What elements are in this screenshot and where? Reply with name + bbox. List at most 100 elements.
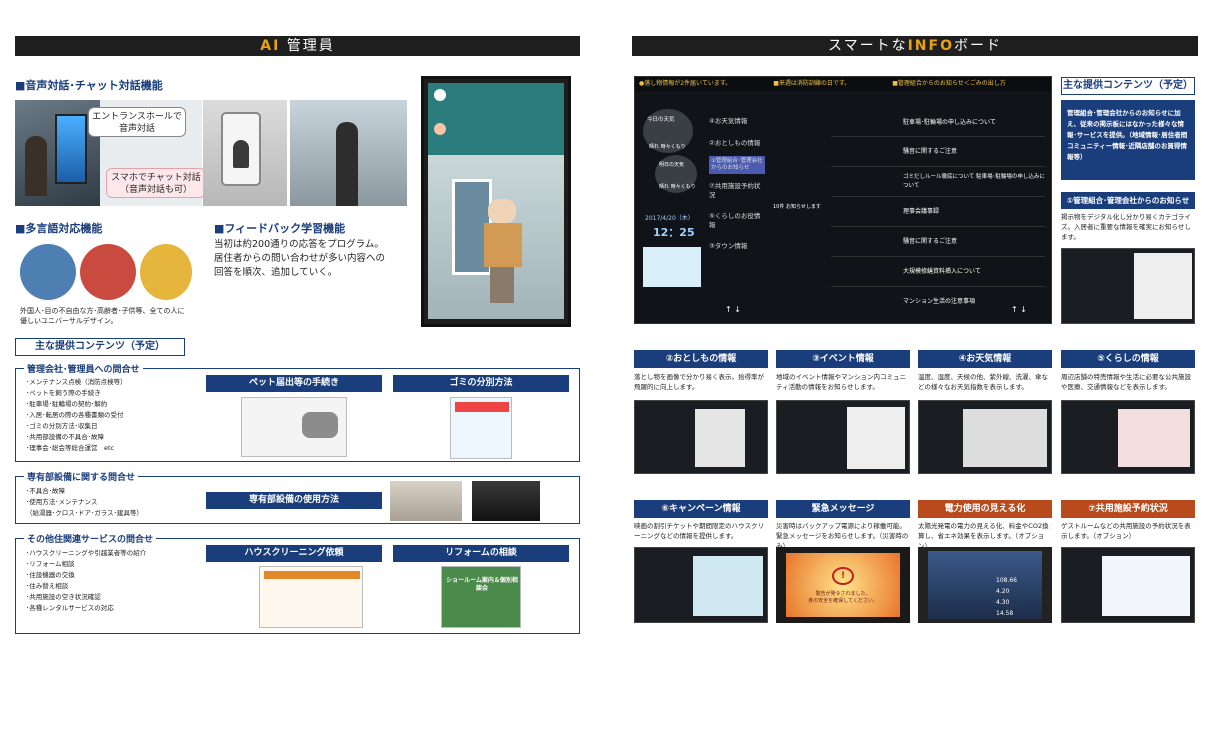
- weather-desc-tomorrow: 晴れ 時々くもり: [659, 184, 696, 190]
- list-item: ･ゴミの分別方法･収集日: [26, 422, 98, 430]
- ticker-fire-drill: ■来週は消防訓練の日です。: [773, 80, 851, 87]
- notice-row: 駐車場･駐輪場の申し込みについて: [831, 109, 1045, 137]
- right-contents-heading: 主な提供コンテンツ（予定）: [1061, 77, 1195, 95]
- list-item: ･メンテナンス点検（消防点検等）: [26, 378, 127, 386]
- notice-count: 10件 お知らせします: [773, 204, 821, 210]
- list-item: ･使用方法･メンテナンス: [26, 498, 98, 506]
- tile-emergency-thumb: ! 警告が発令されました。 身の安全を確保してください。: [776, 547, 910, 623]
- feedback-heading: フィードバック学習機能: [214, 220, 345, 236]
- screen-arrows-left: ↑ ↓: [725, 305, 741, 314]
- kitchen-photo: [472, 481, 540, 521]
- tile-living-desc: 周辺店舗の特売情報や生活に必要な公共施設や医療、交通情報などを表示します。: [1061, 373, 1191, 391]
- contents-description: 管理組合･管理会社からのお知らせに加え、従来の掲示板にはなかった様々な情報･サー…: [1061, 100, 1195, 180]
- pet-procedure-label: ペット届出等の手続き: [206, 375, 382, 392]
- ai-banner-title: 管理員: [286, 38, 335, 54]
- tile-campaign-heading: ⑥キャンペーン情報: [634, 500, 768, 518]
- list-item: ･ペットを飼う際の手続き: [26, 389, 101, 397]
- private-equipment-box: 専有部設備に関する問合せ ･不具合･故障 ･使用方法･メンテナンス （給湯器･ク…: [15, 470, 580, 524]
- garbage-document-thumbnail: [450, 397, 512, 459]
- list-item: ･駐車場･駐輪場の契約･解約: [26, 400, 108, 408]
- list-item: ･ハウスクリーニングや引越業者等の紹介: [26, 549, 147, 557]
- tile-lost-item-heading: ②おとしもの情報: [634, 350, 768, 368]
- info-banner-pre: スマートな: [828, 38, 908, 54]
- warning-icon: !: [832, 567, 854, 585]
- multilingual-heading: 多言語対応機能: [15, 220, 102, 236]
- smartphone-bubble: スマホでチャット対話 （音声対話も可）: [106, 168, 206, 198]
- list-item: （給湯器･クロス･ドア･ガラス･建具等）: [26, 509, 143, 517]
- tile-living-heading: ⑤くらしの情報: [1061, 350, 1195, 368]
- list-item: ･住み替え相談: [26, 582, 69, 590]
- date-display: 2017/4/20（木）: [645, 215, 694, 222]
- reform-document-thumbnail: ショールーム案内＆個別相談会: [441, 566, 521, 628]
- tile-weather-heading: ④お天気情報: [918, 350, 1052, 368]
- notice-row: 理事会議事録: [831, 197, 1045, 227]
- cleaning-document-thumbnail: [259, 566, 363, 628]
- tile-facility-heading: ⑦共用施設予約状況: [1061, 500, 1195, 518]
- entrance-bubble: エントランスホールで 音声対話: [88, 107, 186, 137]
- ai-banner: AI 管理員: [15, 36, 580, 56]
- management-inquiry-box: 管理会社･管理員への問合せ ･メンテナンス点検（消防点検等） ･ペットを飼う際の…: [15, 362, 580, 462]
- info-board-screen: ●落し物情報が2件届いています。 ■来週は消防訓練の日です。 ■管理組合からのお…: [634, 76, 1052, 324]
- info-board-banner: スマートなINFOボード: [632, 36, 1198, 56]
- item1-thumbnail: [1061, 248, 1195, 324]
- people-illustration: [20, 240, 192, 302]
- ticker-notice: ■管理組合からのお知らせ＜ごみの出し方: [892, 80, 1006, 87]
- notice-row: ゴミだしルール徹底について 駐車場･駐輪場の申し込みについて: [831, 167, 1045, 197]
- list-item: ･各種レンタルサービスの対応: [26, 604, 114, 612]
- smartphone-photo: [203, 100, 287, 206]
- list-item: ･共用施設の空き状況確認: [26, 593, 101, 601]
- list-item: ･不具合･故障: [26, 487, 65, 495]
- voice-chat-heading: 音声対話･チャット対話機能: [15, 77, 162, 93]
- item1-description: 掲示物をデジタル化し分かり易くカテゴライズ。入居者に重要な情報を確実にお知らせし…: [1061, 213, 1191, 241]
- house-cleaning-label: ハウスクリーニング依頼: [206, 545, 382, 562]
- power-value: 108.66: [996, 577, 1017, 584]
- menu-town: ③タウン情報: [709, 242, 748, 250]
- menu-lost-item: ②おとしもの情報: [709, 139, 761, 147]
- garbage-sorting-label: ゴミの分別方法: [393, 375, 569, 392]
- tile-emergency-heading: 緊急メッセージ: [776, 500, 910, 518]
- tile-power-thumb: 108.66 4.20 4.30 14.58: [918, 547, 1052, 623]
- tile-lost-item-thumb: [634, 400, 768, 474]
- notice-row: 大規模修繕資料挿入について: [831, 257, 1045, 287]
- emergency-message: 警告が発令されました。 身の安全を確保してください。: [808, 591, 878, 604]
- tile-facility-desc: ゲストルームなどの共用施設の予約状況を表示します。（オプション）: [1061, 522, 1191, 540]
- reform-consult-label: リフォームの相談: [393, 545, 569, 562]
- menu-living: ⑤くらしのお役情報: [709, 212, 761, 229]
- time-display: 12：25: [653, 226, 695, 239]
- water-heater-photo: [390, 481, 462, 521]
- tile-event-desc: 地域のイベント情報やマンション内コミュニティ活動の情報をお知らせします。: [776, 373, 906, 391]
- weather-today-label: 今日の天気: [647, 117, 675, 123]
- info-banner-post: ボード: [953, 38, 1002, 54]
- reform-doc-title: ショールーム案内＆個別相談会: [446, 577, 518, 592]
- left-contents-heading: 主な提供コンテンツ（予定）: [15, 338, 185, 356]
- list-item: ･リフォーム相談: [26, 560, 75, 568]
- menu-management-notice: ①管理組合･管理会社からのお知らせ: [709, 156, 765, 174]
- private-equipment-heading: 専有部設備に関する問合せ: [24, 470, 139, 483]
- tile-event-thumb: [776, 400, 910, 474]
- tile-weather-thumb: [918, 400, 1052, 474]
- woman-photo: [290, 100, 407, 206]
- power-value: 4.30: [996, 599, 1010, 606]
- power-value: 14.58: [996, 610, 1014, 617]
- other-services-box: その他住関連サービスの問合せ ･ハウスクリーニングや引越業者等の紹介 ･リフォー…: [15, 532, 580, 634]
- ai-logo: AI: [260, 38, 281, 54]
- tile-weather-desc: 温度、湿度、天候の他、紫外線、洗濯、傘などの様々なお天気指数を表示します。: [918, 373, 1048, 391]
- pet-document-thumbnail: [241, 397, 347, 457]
- tile-campaign-thumb: [634, 547, 768, 623]
- menu-facility: ⑦共用施設予約状況: [709, 182, 761, 199]
- menu-weather: ④お天気情報: [709, 117, 748, 125]
- multilingual-description: 外国人･目の不自由な方･高齢者･子供等、全ての人に 優しいユニバーサルデザイン。: [20, 307, 185, 325]
- tile-campaign-desc: 映画の割引チケットや期間限定のハウスクリーニングなどの情報を提供します。: [634, 522, 764, 540]
- management-inquiry-heading: 管理会社･管理員への問合せ: [24, 362, 143, 375]
- list-item: ･住設機器の交換: [26, 571, 75, 579]
- item1-heading: ①管理組合･管理会社からのお知らせ: [1061, 192, 1195, 209]
- weather-desc-today: 晴れ 時々くもり: [649, 144, 686, 150]
- tile-lost-item-desc: 落とし物を画像で分かり易く表示。拾得率が飛躍的に向上します。: [634, 373, 764, 391]
- power-value: 4.20: [996, 588, 1010, 595]
- list-item: ･入居･転居の際の各種書類の受付: [26, 411, 124, 419]
- ai-kiosk-screen: [421, 76, 571, 327]
- weather-tomorrow-label: 明日の天気: [659, 162, 685, 168]
- notice-row: 騒音に関するご注意: [831, 227, 1045, 257]
- feedback-description: 当初は約200通りの応答をプログラム。 居住者からの問い合わせが多い内容への 回…: [214, 239, 386, 278]
- tile-facility-thumb: [1061, 547, 1195, 623]
